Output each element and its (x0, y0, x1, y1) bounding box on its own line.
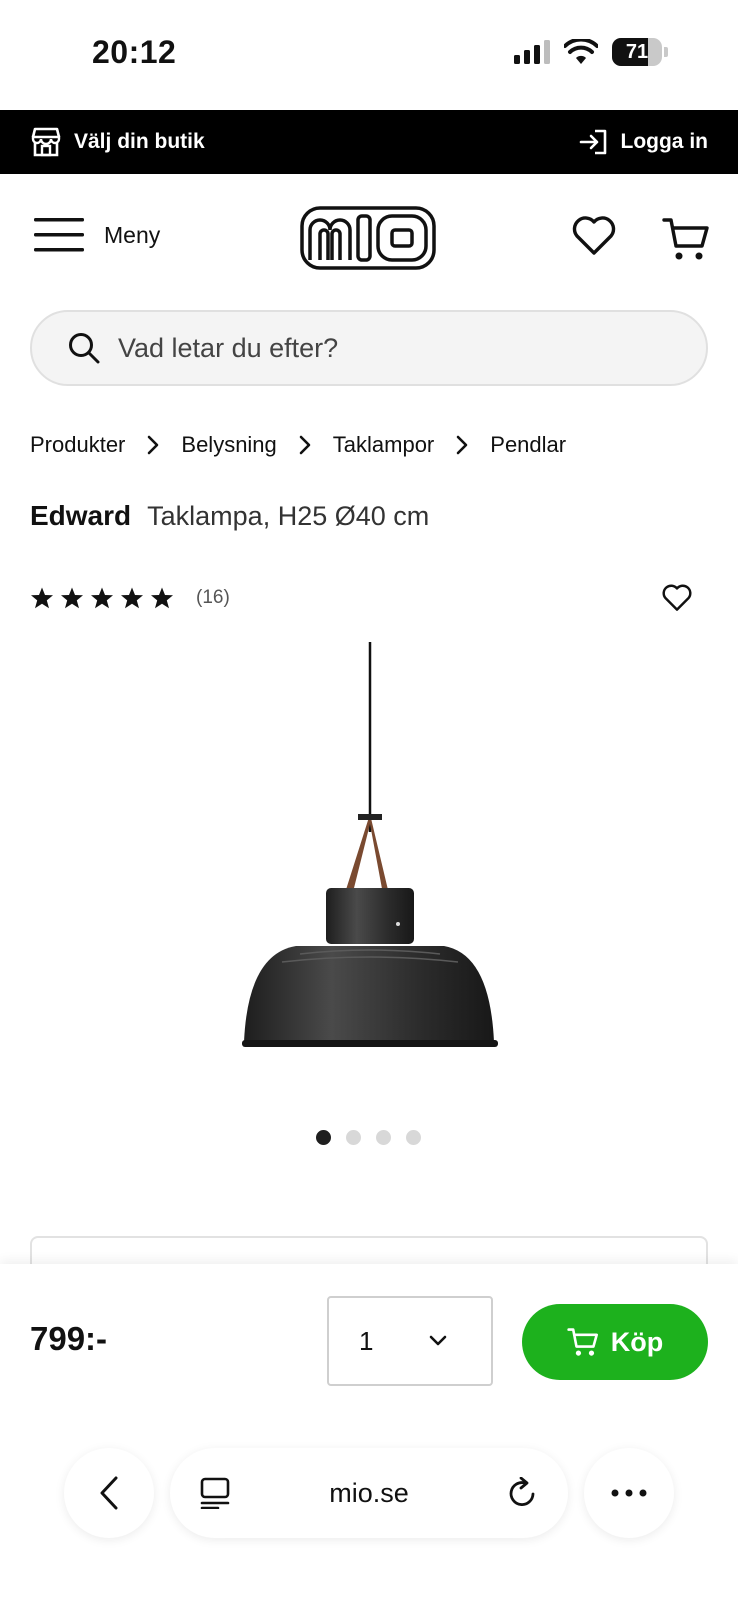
image-pagination (316, 1130, 421, 1145)
login-label: Logga in (620, 130, 709, 153)
status-icons: 71 (514, 38, 668, 66)
product-name: Edward (30, 500, 132, 531)
cellular-signal-icon (514, 40, 550, 64)
rating-count: (16) (196, 587, 230, 608)
quantity-value: 1 (359, 1325, 374, 1356)
pagination-dot[interactable] (346, 1130, 361, 1145)
add-to-wishlist-button[interactable] (662, 584, 692, 617)
browser-more-button[interactable] (584, 1448, 674, 1538)
hamburger-icon (34, 218, 84, 252)
product-image[interactable] (220, 642, 520, 1082)
reader-icon (200, 1477, 230, 1509)
product-rating[interactable]: (16) (30, 586, 230, 610)
battery-icon: 71 (612, 38, 662, 66)
more-icon (611, 1489, 647, 1497)
wishlist-button[interactable] (572, 216, 616, 261)
choose-store-label: Välj din butik (74, 130, 205, 153)
store-icon (31, 127, 61, 157)
star-icon (91, 587, 113, 609)
wifi-icon (564, 39, 598, 64)
cart-icon (567, 1328, 598, 1356)
breadcrumb-item-taklampor[interactable]: Taklampor (333, 432, 434, 458)
mio-logo[interactable] (300, 206, 436, 275)
site-header: Meny (0, 174, 738, 304)
cart-button[interactable] (662, 216, 710, 267)
top-utility-bar: Välj din butik Logga in (0, 110, 738, 174)
breadcrumb-item-pendlar[interactable]: Pendlar (490, 432, 566, 458)
price: 799:- (30, 1320, 108, 1357)
star-icon (121, 587, 143, 609)
heart-icon (662, 584, 692, 611)
star-icon (151, 587, 173, 609)
search-input[interactable] (118, 332, 638, 364)
browser-url: mio.se (329, 1477, 409, 1508)
login-button[interactable]: Logga in (579, 128, 709, 156)
battery-percentage: 71 (625, 40, 649, 63)
breadcrumb: Produkter Belysning Taklampor Pendlar (30, 432, 566, 458)
login-icon (579, 129, 606, 155)
menu-label: Meny (104, 221, 161, 248)
search-bar[interactable] (30, 310, 708, 386)
buy-bar: 799:- 1 Köp (0, 1264, 738, 1600)
quantity-select[interactable]: 1 (327, 1296, 493, 1386)
browser-address-bar[interactable]: mio.se (170, 1448, 568, 1538)
chevron-right-icon (456, 435, 468, 455)
cart-icon (662, 218, 709, 260)
chevron-right-icon (147, 435, 159, 455)
reload-icon[interactable] (508, 1477, 538, 1509)
pagination-dot[interactable] (406, 1130, 421, 1145)
breadcrumb-item-belysning[interactable]: Belysning (181, 432, 276, 458)
buy-label: Köp (610, 1326, 664, 1357)
chevron-right-icon (299, 435, 311, 455)
choose-store-button[interactable]: Välj din butik (30, 127, 205, 157)
star-icon (31, 587, 53, 609)
pagination-dot[interactable] (376, 1130, 391, 1145)
product-description: Taklampa, H25 Ø40 cm (147, 501, 430, 531)
pagination-dot[interactable] (316, 1130, 331, 1145)
status-time: 20:12 (92, 34, 177, 70)
star-icon (61, 587, 83, 609)
chevron-down-icon (429, 1335, 447, 1346)
product-title: Edward Taklampa, H25 Ø40 cm (30, 500, 429, 532)
heart-icon (572, 216, 616, 255)
buy-button[interactable]: Köp (522, 1304, 708, 1380)
browser-back-button[interactable] (64, 1448, 154, 1538)
browser-toolbar: mio.se (0, 1448, 738, 1538)
status-bar: 20:12 71 (0, 0, 738, 110)
breadcrumb-item-produkter[interactable]: Produkter (30, 432, 125, 458)
chevron-left-icon (100, 1476, 118, 1510)
menu-button[interactable]: Meny (34, 218, 160, 252)
search-icon (69, 333, 100, 364)
